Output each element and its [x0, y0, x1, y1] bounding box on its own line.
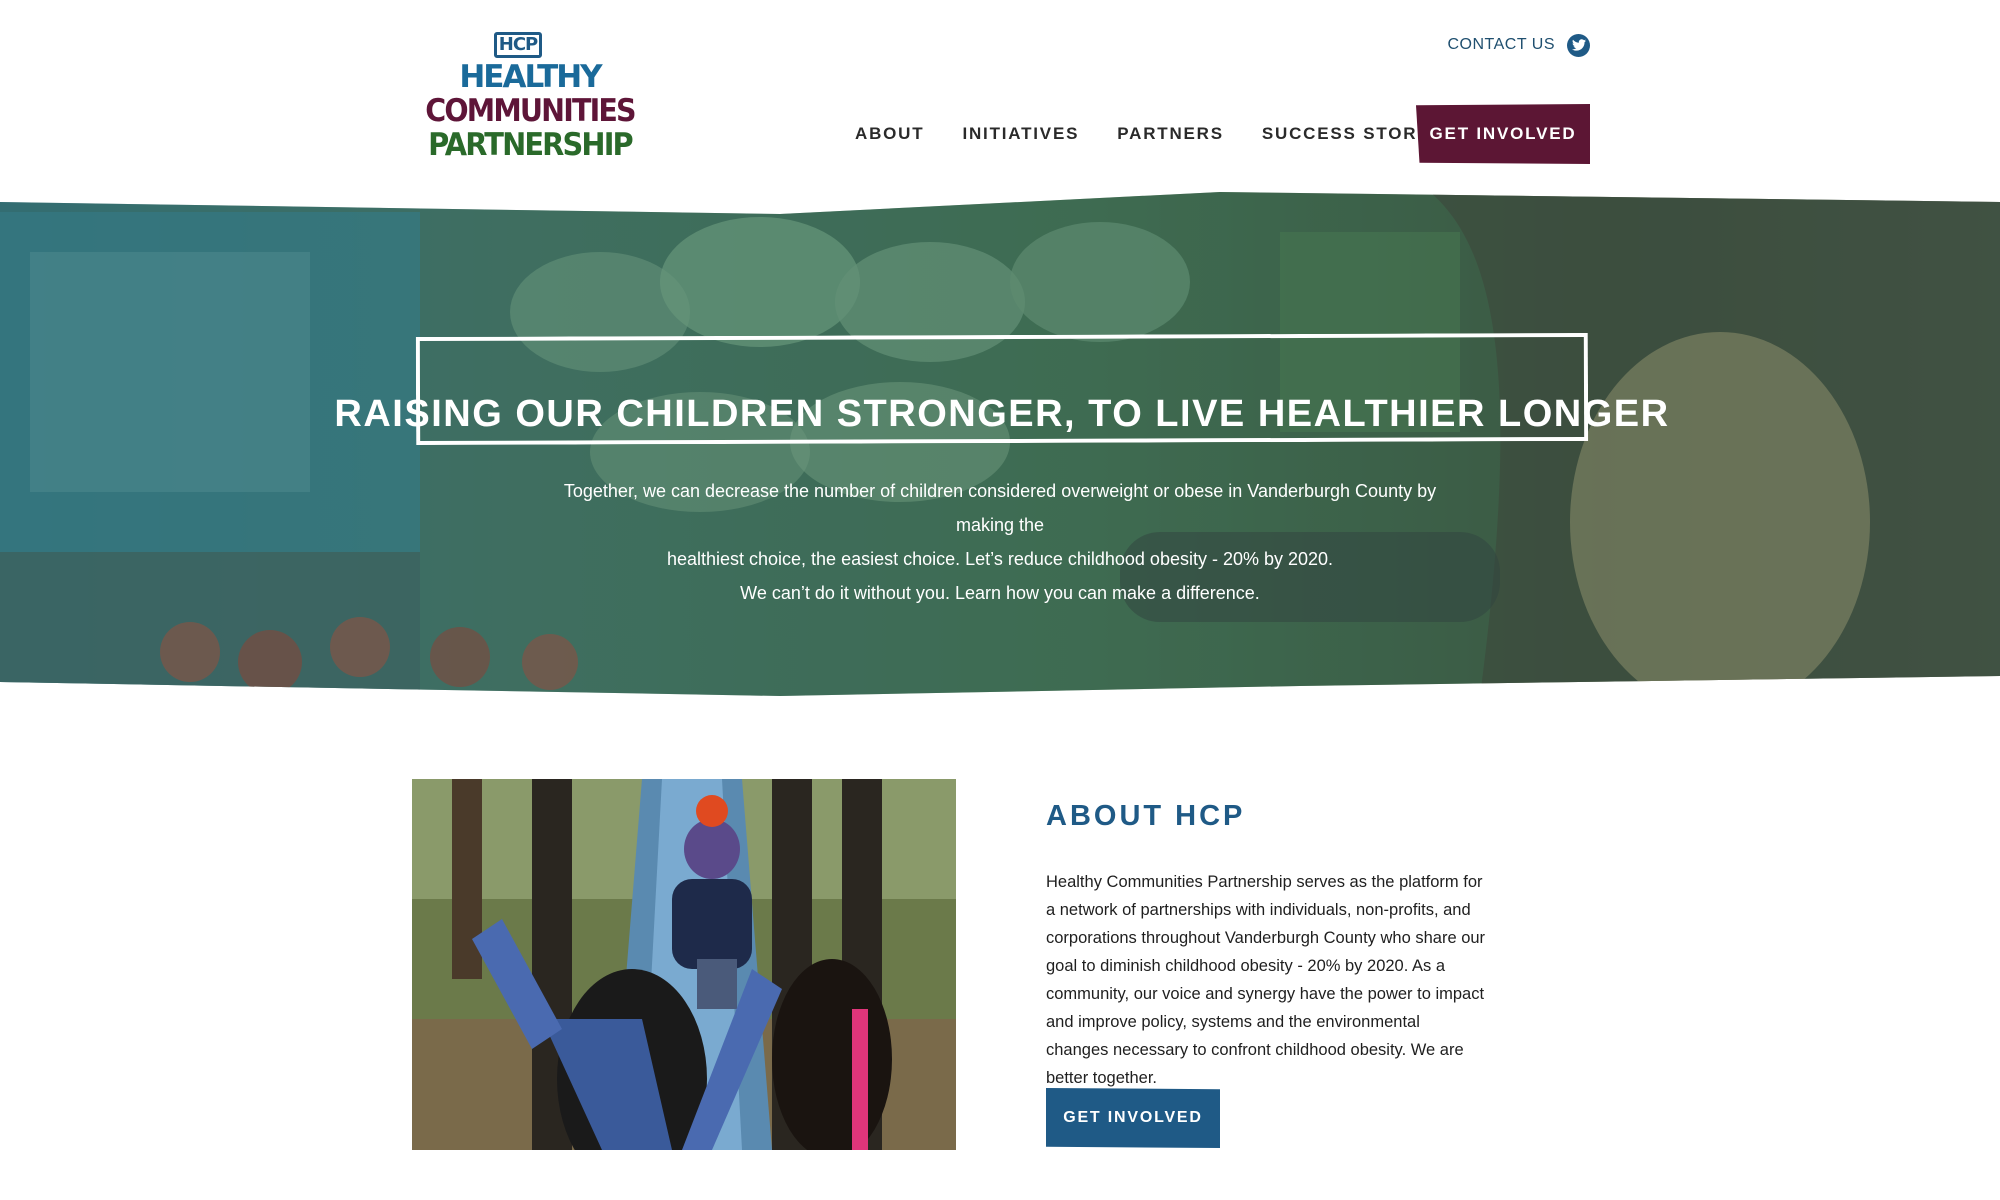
logo-line-2: COMMUNITIES	[425, 93, 636, 129]
hero-title: RAISING OUR CHILDREN STRONGER, TO LIVE H…	[334, 392, 1670, 435]
get-involved-about-button[interactable]: GET INVOLVED	[1046, 1088, 1220, 1148]
logo-line-1: HEALTHY	[459, 59, 602, 95]
about-body-text: Healthy Communities Partnership serves a…	[1046, 873, 1486, 1087]
hero-description: Together, we can decrease the number of …	[560, 474, 1440, 610]
main-nav: ABOUT INITIATIVES PARTNERS SUCCESS STORI…	[855, 104, 1488, 164]
about-photo	[412, 779, 956, 1150]
get-involved-nav-button[interactable]: GET INVOLVED	[1416, 104, 1590, 164]
hero-banner: RAISING OUR CHILDREN STRONGER, TO LIVE H…	[0, 192, 2000, 696]
logo[interactable]: HCP HEALTHY COMMUNITIES PARTNERSHIP	[410, 30, 640, 165]
hero-text-line-1: Together, we can decrease the number of …	[563, 481, 1437, 535]
header-utility: CONTACT US	[1447, 33, 1590, 57]
nav-partners[interactable]: PARTNERS	[1117, 124, 1224, 144]
hero-text-line-3: We can’t do it without you. Learn how yo…	[740, 583, 1260, 603]
nav-initiatives[interactable]: INITIATIVES	[962, 124, 1079, 144]
logo-badge: HCP	[494, 32, 542, 58]
logo-line-3: PARTNERSHIP	[428, 127, 634, 163]
twitter-icon[interactable]	[1567, 33, 1590, 57]
about-heading: ABOUT HCP	[1046, 800, 1246, 832]
nav-about[interactable]: ABOUT	[855, 124, 924, 144]
contact-us-link[interactable]: CONTACT US	[1447, 36, 1555, 54]
hero-text-line-2: healthiest choice, the easiest choice. L…	[666, 549, 1334, 569]
